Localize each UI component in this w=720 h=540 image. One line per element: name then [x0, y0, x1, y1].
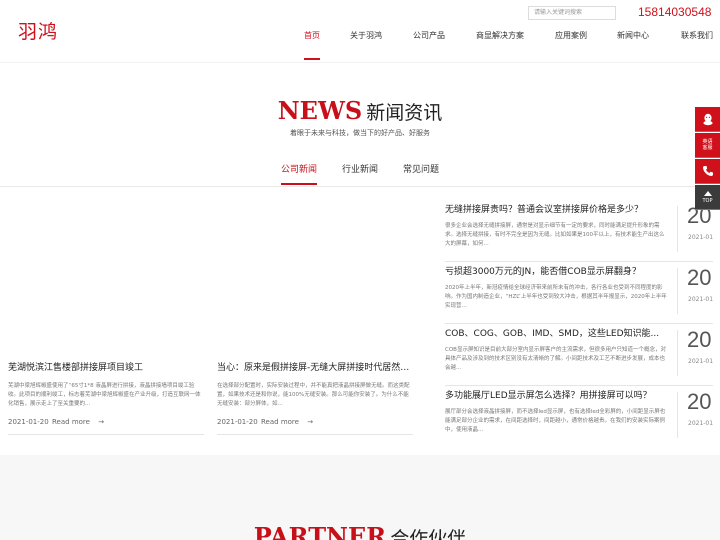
news-item-desc: 2020年上半年，新冠疫情给全球经济带来前所未有的冲击，各行各业也受到不同程度的…: [445, 285, 667, 309]
news-item-desc: COB显示屏知识是目前大部分室内显示屏客户的主流需求，但很多用户只知道一个概念，…: [445, 347, 666, 371]
search-input[interactable]: 请输入关键词搜索: [528, 6, 616, 20]
featured-news-desc: 在选择部分配置时，实际安装过程中，并不能真把液晶拼接屏做无缝。而这类配置，如果技…: [217, 383, 410, 407]
header-divider: [0, 62, 720, 63]
news-section-subtitle: 着眼于未来与科技，做当下的好产品、好服务: [290, 129, 430, 137]
news-item-divider: [445, 261, 713, 262]
news-item-month: 2021-01: [688, 420, 714, 427]
tab-faq[interactable]: 常见问题: [403, 162, 439, 175]
featured-news-card[interactable]: 芜湖悦滨江售楼部拼接屏项目竣工 芜湖中梁旭辉椒盛使用了“65寸1*8 液晶屏进行…: [8, 196, 204, 440]
featured-news-title[interactable]: 当心：原来是假拼接屏-无缝大屏拼接时代居然是这样: [217, 360, 413, 373]
nav-item-products[interactable]: 公司产品: [413, 30, 445, 41]
phone-icon: [702, 166, 713, 176]
news-item-day: 20: [687, 265, 712, 290]
card-divider: [217, 434, 413, 435]
news-item-month: 2021-01: [688, 358, 714, 365]
news-list-item[interactable]: 亏损超3000万元的JN，能否借COB显示屏翻身？ 2020年上半年，新冠疫情给…: [445, 264, 713, 326]
phone-button[interactable]: [695, 159, 720, 184]
qq-icon: [702, 113, 713, 125]
news-title-cn: 新闻资讯: [366, 102, 443, 124]
caret-up-icon: [703, 190, 712, 196]
site-header: 羽鸿 请输入关键词搜索 15814030548 首页 关于羽鸿 公司产品 商显解…: [0, 0, 720, 62]
date-divider: [677, 330, 678, 376]
partner-section-title: PARTNER 合作伙伴: [0, 522, 720, 540]
news-list-item[interactable]: COB、COG、GOB、IMD、SMD，这些LED知识能... COB显示屏知识…: [445, 326, 713, 388]
arrow-right-icon: →: [307, 418, 314, 426]
read-more-label: Read more: [261, 418, 299, 426]
featured-news-date: 2021-01-20: [217, 418, 258, 426]
back-to-top-label: TOP: [702, 197, 713, 204]
news-item-divider: [445, 323, 713, 324]
nav-item-home[interactable]: 首页: [304, 30, 320, 41]
featured-news-date: 2021-01-20: [8, 418, 49, 426]
news-item-day: 20: [687, 327, 712, 352]
hotline-phone: 15814030548: [638, 5, 712, 19]
news-item-title[interactable]: COB、COG、GOB、IMD、SMD，这些LED知识能...: [445, 326, 667, 339]
featured-news-image[interactable]: [8, 196, 204, 346]
qq-chat-button[interactable]: [695, 107, 720, 132]
featured-news-card[interactable]: 当心：原来是假拼接屏-无缝大屏拼接时代居然是这样 在选择部分配置时，实际安装过程…: [217, 196, 413, 440]
news-section-title: NEWS 新闻资讯: [0, 96, 720, 125]
back-to-top-button[interactable]: TOP: [695, 185, 720, 210]
news-item-divider: [445, 385, 713, 386]
featured-news-desc: 芜湖中梁旭辉椒盛使用了“65寸1*8 液晶屏进行拼接，液晶拼接墙项目竣工验收。此…: [8, 383, 201, 407]
news-item-desc: 展厅部分会选择液晶拼接屏，而不选择led显示屏，也有选择led全彩屏的，小间距显…: [445, 409, 666, 433]
news-tabs: 公司新闻 行业新闻 常见问题: [0, 162, 720, 186]
featured-news-image[interactable]: [217, 196, 413, 346]
read-more-link[interactable]: Read more →: [261, 418, 313, 426]
news-list-item[interactable]: 多功能展厅LED显示屏怎么选择？用拼接屏可以吗？ 展厅部分会选择液晶拼接屏，而不…: [445, 388, 713, 450]
arrow-right-icon: →: [98, 418, 105, 426]
nav-item-contact[interactable]: 联系我们: [681, 30, 713, 41]
online-service-label: 英语 客服: [702, 139, 713, 151]
date-divider: [677, 206, 678, 252]
tab-company-news[interactable]: 公司新闻: [281, 162, 317, 175]
card-divider: [8, 434, 204, 435]
news-item-desc: 很多企业会选择无缝拼接屏，通常是对显示细节有一定的要求，同时能满足提升形象的需求…: [445, 223, 665, 247]
news-item-day: 20: [687, 389, 712, 414]
news-item-title[interactable]: 多功能展厅LED显示屏怎么选择？用拼接屏可以吗？: [445, 388, 667, 401]
site-logo[interactable]: 羽鸿: [18, 17, 58, 44]
news-item-title[interactable]: 无缝拼接屏贵吗？普通会议室拼接屏价格是多少？: [445, 202, 667, 215]
news-list-item[interactable]: 无缝拼接屏贵吗？普通会议室拼接屏价格是多少？ 很多企业会选择无缝拼接屏，通常是对…: [445, 202, 713, 264]
read-more-label: Read more: [52, 418, 90, 426]
nav-active-underline: [304, 58, 320, 60]
online-service-button[interactable]: 英语 客服: [695, 133, 720, 158]
nav-item-news[interactable]: 新闻中心: [617, 30, 649, 41]
date-divider: [677, 268, 678, 314]
partner-title-en: PARTNER: [253, 522, 387, 540]
date-divider: [677, 392, 678, 438]
tab-active-underline: [281, 183, 317, 185]
featured-news-title[interactable]: 芜湖悦滨江售楼部拼接屏项目竣工: [8, 360, 204, 373]
nav-item-about[interactable]: 关于羽鸿: [350, 30, 382, 41]
partner-title-cn: 合作伙伴: [390, 528, 467, 540]
nav-item-cases[interactable]: 应用案例: [555, 30, 587, 41]
nav-item-solutions[interactable]: 商显解决方案: [476, 30, 524, 41]
read-more-link[interactable]: Read more →: [52, 418, 104, 426]
tabs-divider: [0, 186, 720, 187]
tab-industry-news[interactable]: 行业新闻: [342, 162, 378, 175]
news-title-en: NEWS: [277, 96, 363, 125]
news-item-month: 2021-01: [688, 234, 714, 241]
main-nav: 首页 关于羽鸿 公司产品 商显解决方案 应用案例 新闻中心 联系我们: [290, 26, 720, 62]
news-item-title[interactable]: 亏损超3000万元的JN，能否借COB显示屏翻身？: [445, 264, 667, 277]
news-item-month: 2021-01: [688, 296, 714, 303]
